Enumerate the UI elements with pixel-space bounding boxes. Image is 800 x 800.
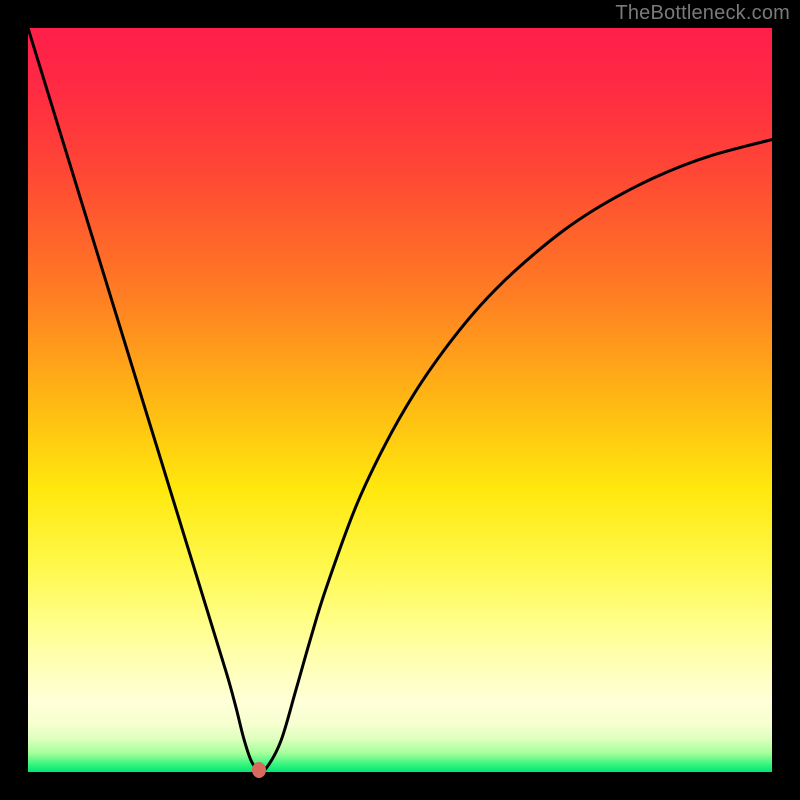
- gradient-background: [28, 28, 772, 772]
- chart-frame: TheBottleneck.com: [0, 0, 800, 800]
- minimum-marker: [252, 762, 266, 778]
- chart-plot: [28, 28, 772, 772]
- watermark-text: TheBottleneck.com: [615, 2, 790, 25]
